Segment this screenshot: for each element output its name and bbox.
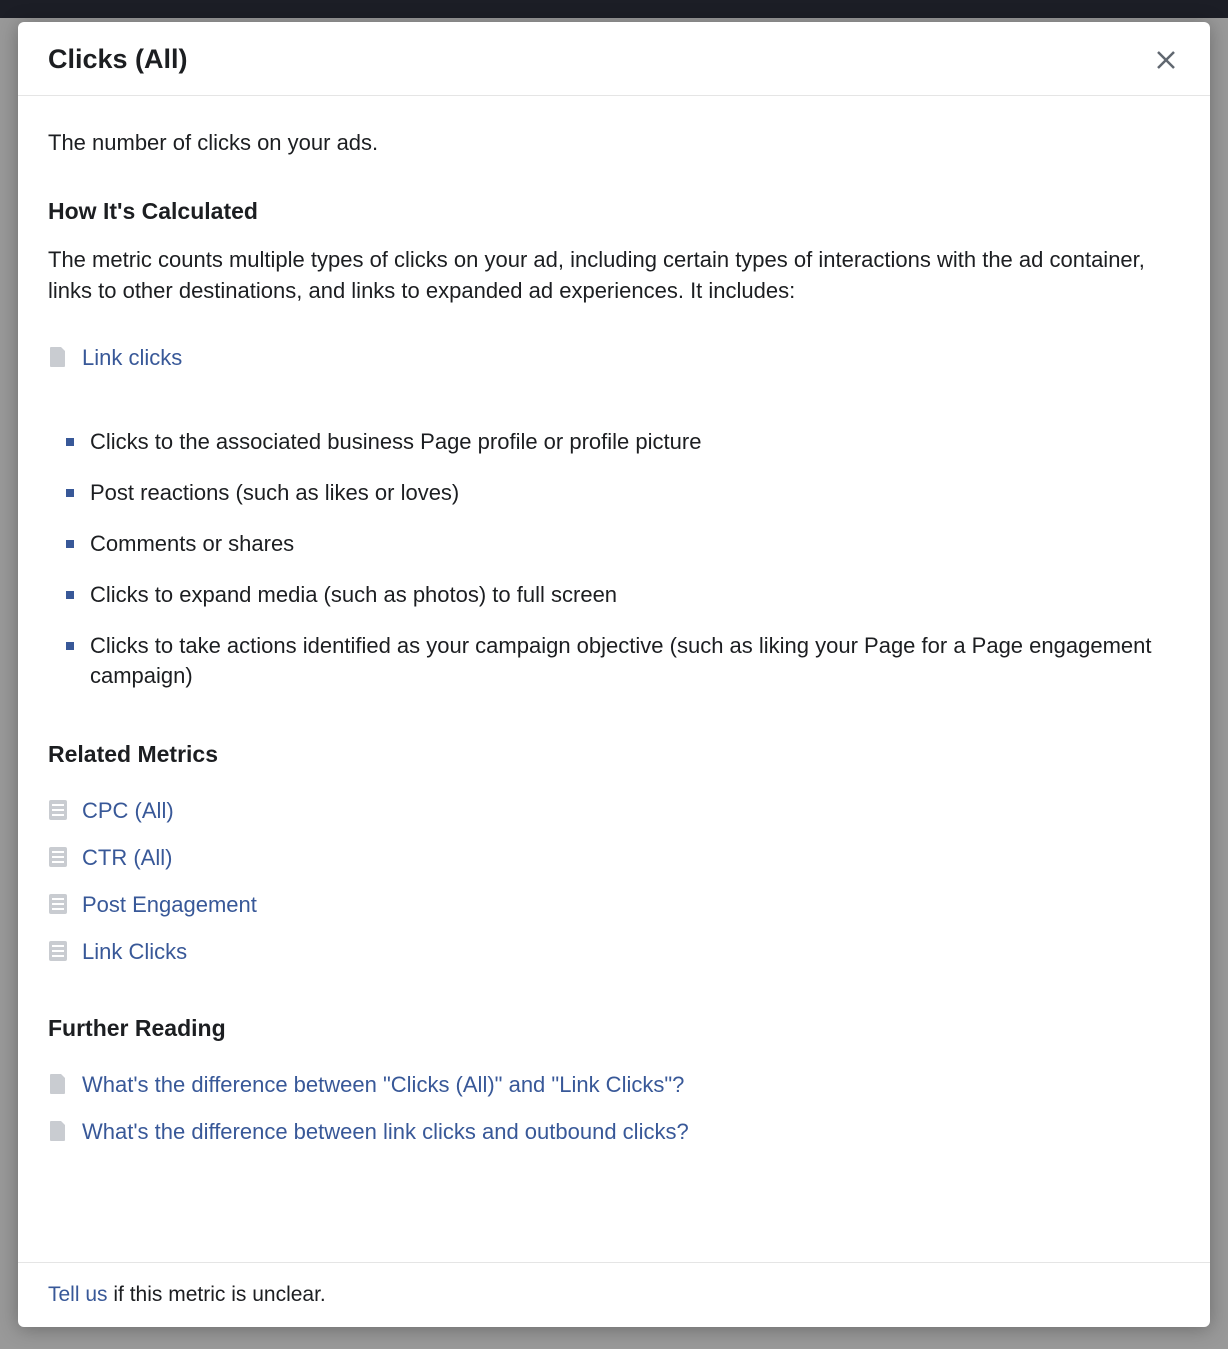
how-calculated-heading: How It's Calculated [48,195,1180,227]
square-bullet-icon [66,489,74,497]
modal-header: Clicks (All) [18,22,1210,96]
cpc-all-link[interactable]: CPC (All) [82,796,174,827]
post-engagement-link[interactable]: Post Engagement [82,890,257,921]
close-button[interactable] [1152,46,1180,74]
square-bullet-icon [66,642,74,650]
further-reading-heading: Further Reading [48,1012,1180,1044]
list-icon [48,846,68,868]
related-metrics-heading: Related Metrics [48,738,1180,770]
bullet-text: Clicks to expand media (such as photos) … [90,580,617,611]
list-item: Comments or shares [66,519,1180,570]
square-bullet-icon [66,591,74,599]
related-metric-row: Post Engagement [48,882,1180,929]
tell-us-link[interactable]: Tell us [48,1283,108,1306]
link-clicks-link-row: Link clicks [48,335,1180,382]
list-item: Post reactions (such as likes or loves) [66,468,1180,519]
modal-body: The number of clicks on your ads. How It… [18,96,1210,1262]
list-icon [48,940,68,962]
link-clicks-related-link[interactable]: Link Clicks [82,937,187,968]
list-item: Clicks to the associated business Page p… [66,417,1180,468]
further-reading-row: What's the difference between "Clicks (A… [48,1062,1180,1109]
bullet-text: Comments or shares [90,529,294,560]
intro-text: The number of clicks on your ads. [48,128,1180,159]
further-reading-row: What's the difference between link click… [48,1109,1180,1156]
modal-title: Clicks (All) [48,44,188,75]
related-metric-row: CTR (All) [48,835,1180,882]
document-icon [48,1120,68,1142]
bullet-text: Clicks to take actions identified as you… [90,631,1180,693]
bullet-text: Post reactions (such as likes or loves) [90,478,459,509]
related-metric-row: CPC (All) [48,788,1180,835]
top-bar [0,0,1228,18]
list-icon [48,799,68,821]
further-reading-link[interactable]: What's the difference between link click… [82,1117,689,1148]
footer-text: if this metric is unclear. [108,1283,326,1306]
square-bullet-icon [66,438,74,446]
list-item: Clicks to expand media (such as photos) … [66,570,1180,621]
square-bullet-icon [66,540,74,548]
document-icon [48,1073,68,1095]
how-calculated-paragraph: The metric counts multiple types of clic… [48,245,1180,307]
further-reading-link[interactable]: What's the difference between "Clicks (A… [82,1070,684,1101]
related-metric-row: Link Clicks [48,929,1180,976]
further-reading-list: What's the difference between "Clicks (A… [48,1062,1180,1156]
modal-footer: Tell us if this metric is unclear. [18,1262,1210,1327]
metric-help-modal: Clicks (All) The number of clicks on you… [18,22,1210,1327]
includes-bullet-list: Clicks to the associated business Page p… [66,417,1180,702]
list-item: Clicks to take actions identified as you… [66,621,1180,703]
related-metrics-list: CPC (All) CTR (All) Post Engagem [48,788,1180,975]
ctr-all-link[interactable]: CTR (All) [82,843,172,874]
close-icon [1154,48,1178,72]
document-icon [48,346,68,368]
includes-link-list: Link clicks [48,335,1180,382]
bullet-text: Clicks to the associated business Page p… [90,427,701,458]
link-clicks-link[interactable]: Link clicks [82,343,182,374]
list-icon [48,893,68,915]
